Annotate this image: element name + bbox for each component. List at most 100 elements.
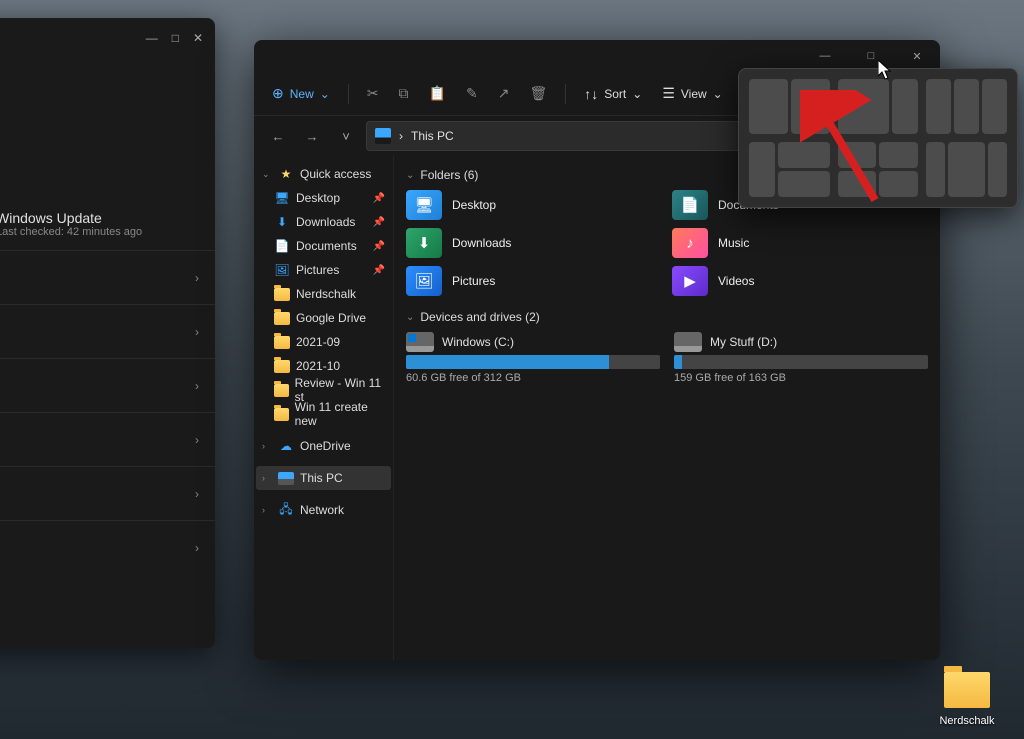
address-location: This PC xyxy=(411,129,454,143)
usage-bar xyxy=(674,355,928,369)
sidebar-item-2021-10[interactable]: 2021-10 xyxy=(256,354,391,378)
folder-pictures[interactable]: 🖼Pictures xyxy=(406,266,662,296)
folder-icon xyxy=(274,288,290,301)
chevron-right-icon: › xyxy=(195,433,199,447)
plus-icon: ⊕ xyxy=(272,85,284,102)
view-button[interactable]: ☰View⌄ xyxy=(654,81,730,106)
folder-icon xyxy=(274,384,289,397)
drives-header[interactable]: ⌄Devices and drives (2) xyxy=(406,310,928,324)
snap-layout-twothird[interactable] xyxy=(838,79,919,134)
back-button[interactable]: ← xyxy=(264,122,292,150)
delete-button[interactable]: 🗑 xyxy=(521,81,555,106)
sort-icon: ↑↓ xyxy=(584,86,598,102)
desktop-icon-nerdchalk[interactable]: Nerdschalk xyxy=(932,672,1002,727)
chevron-right-icon: › xyxy=(195,325,199,339)
share-button[interactable]: ↗ xyxy=(490,81,518,106)
usage-bar xyxy=(406,355,660,369)
cloud-icon: ☁ xyxy=(278,438,294,454)
drive-free-text: 159 GB free of 163 GB xyxy=(674,372,928,384)
address-sep: › xyxy=(399,129,403,143)
main-pane: ⌄Folders (6) 🖥Desktop 📄Documents ⬇Downlo… xyxy=(394,156,940,660)
drive-d[interactable]: My Stuff (D:) 159 GB free of 163 GB xyxy=(674,332,928,384)
sidebar-item-downloads[interactable]: ⬇Downloads📌 xyxy=(256,210,391,234)
settings-item[interactable]: file› xyxy=(0,250,215,304)
sidebar: ⌄★Quick access 🖥Desktop📌 ⬇Downloads📌 📄Do… xyxy=(254,156,394,660)
sidebar-item-desktop[interactable]: 🖥Desktop📌 xyxy=(256,186,391,210)
view-icon: ☰ xyxy=(662,85,675,102)
settings-item[interactable]: › xyxy=(0,412,215,466)
sidebar-item-pictures[interactable]: 🖼Pictures📌 xyxy=(256,258,391,282)
share-icon: ↗ xyxy=(498,85,510,102)
rename-button[interactable]: ✎ xyxy=(458,81,486,106)
windows-update-row[interactable]: ⟳ Windows Update Last checked: 42 minute… xyxy=(0,198,215,250)
settings-item[interactable]: › xyxy=(0,520,215,574)
close-button[interactable]: ✕ xyxy=(193,31,203,45)
sidebar-item-gdrive[interactable]: Google Drive xyxy=(256,306,391,330)
snap-layouts-popup xyxy=(738,68,1018,208)
forward-button[interactable]: → xyxy=(298,122,326,150)
pin-icon: 📌 xyxy=(373,217,385,228)
paste-icon: 📋 xyxy=(429,85,446,102)
folder-icon xyxy=(274,312,290,325)
copy-button[interactable]: ⧉ xyxy=(391,81,417,106)
drive-free-text: 60.6 GB free of 312 GB xyxy=(406,372,660,384)
pc-icon xyxy=(375,128,391,144)
snap-layout-center-wide[interactable] xyxy=(926,142,1007,197)
network-icon: 🖧 xyxy=(278,502,294,518)
folder-music[interactable]: ♪Music xyxy=(672,228,928,258)
sidebar-item-documents[interactable]: 📄Documents📌 xyxy=(256,234,391,258)
maximize-button[interactable]: □ xyxy=(172,31,179,45)
settings-item[interactable]: › xyxy=(0,304,215,358)
folder-icon xyxy=(274,360,290,373)
settings-item[interactable]: › xyxy=(0,466,215,520)
chevron-down-icon: ⌄ xyxy=(320,87,330,101)
trash-icon: 🗑 xyxy=(529,85,547,102)
document-icon: 📄 xyxy=(672,190,708,220)
drive-c[interactable]: Windows (C:) 60.6 GB free of 312 GB xyxy=(406,332,660,384)
music-icon: ♪ xyxy=(672,228,708,258)
folder-videos[interactable]: ▶Videos xyxy=(672,266,928,296)
snap-layout-quad[interactable] xyxy=(838,142,919,197)
chevron-right-icon: › xyxy=(195,271,199,285)
new-button[interactable]: ⊕New⌄ xyxy=(264,81,338,106)
folder-desktop[interactable]: 🖥Desktop xyxy=(406,190,662,220)
pin-icon: 📌 xyxy=(373,265,385,276)
folder-downloads[interactable]: ⬇Downloads xyxy=(406,228,662,258)
folder-icon xyxy=(944,672,990,708)
settings-titlebar: — □ ✕ xyxy=(0,18,215,58)
sidebar-item-review[interactable]: Review - Win 11 st xyxy=(256,378,391,402)
sidebar-item-quick-access[interactable]: ⌄★Quick access xyxy=(256,162,391,186)
picture-icon: 🖼 xyxy=(274,262,290,278)
sidebar-item-2021-09[interactable]: 2021-09 xyxy=(256,330,391,354)
chevron-down-icon: ⌄ xyxy=(262,169,272,180)
rename-icon: ✎ xyxy=(466,85,478,102)
chevron-down-icon: ⌄ xyxy=(406,312,414,323)
cut-button[interactable]: ✂ xyxy=(359,81,387,106)
minimize-button[interactable]: — xyxy=(146,31,158,45)
sidebar-item-network[interactable]: ›🖧Network xyxy=(256,498,391,522)
chevron-right-icon: › xyxy=(262,473,272,483)
paste-button[interactable]: 📋 xyxy=(421,81,454,106)
folder-icon xyxy=(274,336,290,349)
copy-icon: ⧉ xyxy=(399,85,409,102)
sidebar-item-this-pc[interactable]: ›This PC xyxy=(256,466,391,490)
pin-icon: 📌 xyxy=(373,193,385,204)
snap-layout-thirds[interactable] xyxy=(926,79,1007,134)
snap-layout-half[interactable] xyxy=(749,79,830,134)
star-icon: ★ xyxy=(278,166,294,182)
sidebar-item-onedrive[interactable]: ›☁OneDrive xyxy=(256,434,391,458)
snap-layout-left-split[interactable] xyxy=(749,142,830,197)
chevron-right-icon: › xyxy=(195,541,199,555)
update-title: Windows Update xyxy=(0,210,142,226)
settings-item[interactable]: › xyxy=(0,358,215,412)
sort-button[interactable]: ↑↓Sort⌄ xyxy=(576,82,650,106)
chevron-down-icon: ⌄ xyxy=(713,87,723,101)
drive-icon xyxy=(406,332,434,352)
desktop-icon-label: Nerdschalk xyxy=(939,715,994,727)
folder-icon xyxy=(274,408,289,421)
sidebar-item-create[interactable]: Win 11 create new xyxy=(256,402,391,426)
sidebar-item-nerdchalk[interactable]: Nerdschalk xyxy=(256,282,391,306)
chevron-right-icon: › xyxy=(262,441,272,451)
chevron-right-icon: › xyxy=(262,505,272,515)
up-button[interactable]: ˅ xyxy=(332,122,360,150)
